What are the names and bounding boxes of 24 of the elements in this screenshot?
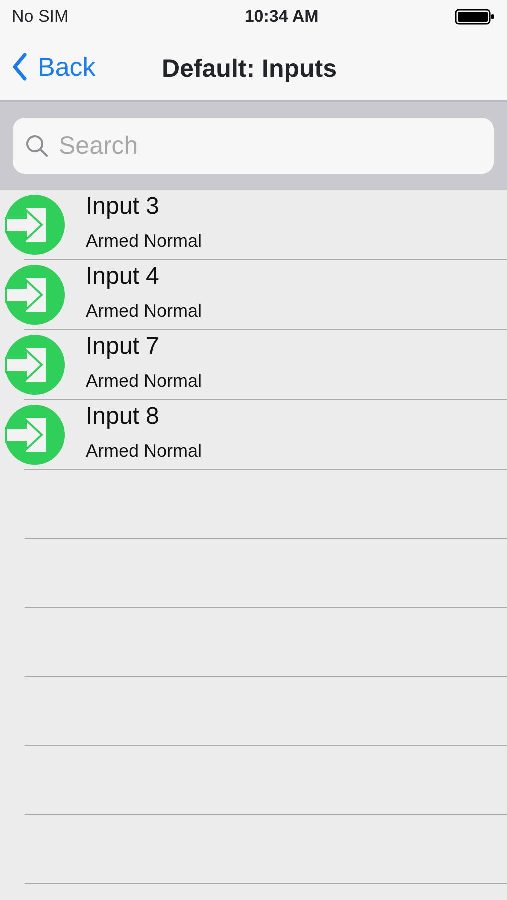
input-entry-icon [4,194,66,256]
input-status: Armed Normal [86,440,204,464]
input-row[interactable]: Input 8 Armed Normal [0,400,507,470]
input-name: Input 7 [86,334,160,360]
input-entry-icon [4,404,66,466]
input-row[interactable]: Input 7 Armed Normal [0,330,507,400]
screen-title: Default: Inputs [162,54,337,85]
battery-icon [454,9,495,25]
status-time: 10:34 AM [244,6,319,28]
back-chevron-icon [12,53,28,81]
input-row[interactable]: Input 4 Armed Normal [0,260,507,330]
search-icon [25,134,49,158]
back-button[interactable]: Back [0,46,102,88]
input-row[interactable]: Input 3 Armed Normal [0,190,507,260]
input-entry-icon [4,334,66,396]
search-field[interactable]: Search [13,118,494,174]
input-entry-icon [4,264,66,326]
input-name: Input 4 [86,264,160,290]
input-name: Input 3 [86,194,160,220]
input-name: Input 8 [86,404,160,430]
carrier-label: No SIM [12,6,69,28]
input-status: Armed Normal [86,300,204,324]
input-status: Armed Normal [86,230,204,254]
input-status: Armed Normal [86,370,204,394]
